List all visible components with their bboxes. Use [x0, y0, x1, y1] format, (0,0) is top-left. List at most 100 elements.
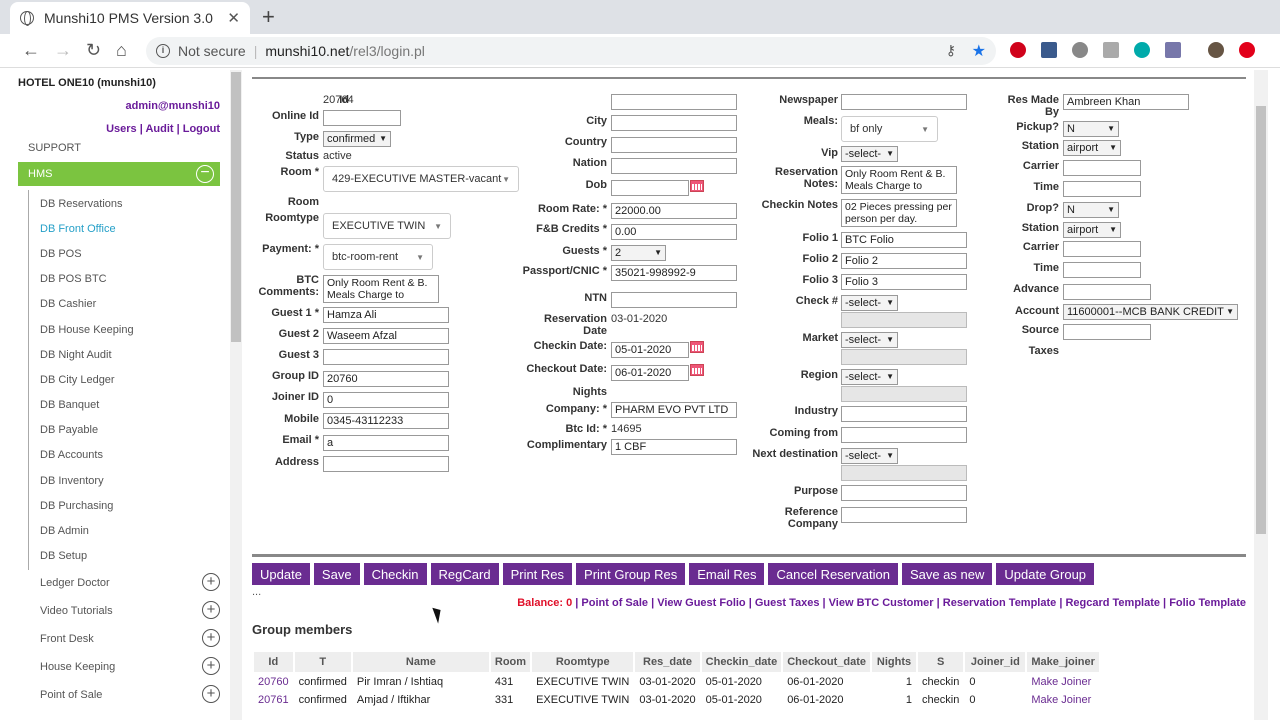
close-tab-icon[interactable]: ✕: [227, 9, 240, 27]
folio2-input[interactable]: Folio 2: [841, 253, 967, 269]
forward-icon[interactable]: →: [54, 40, 72, 61]
reload-icon[interactable]: ↻: [86, 40, 101, 61]
expand-icon[interactable]: +: [202, 601, 220, 619]
profile-avatar[interactable]: [1208, 42, 1224, 58]
expand-icon[interactable]: +: [202, 685, 220, 703]
nation-input[interactable]: [611, 158, 737, 174]
regcard-button[interactable]: RegCard: [430, 563, 499, 585]
update-button[interactable]: Update: [252, 563, 310, 585]
print-group-res-button[interactable]: Print Group Res: [576, 563, 686, 585]
sidebar-item-db-pos[interactable]: DB POS: [40, 248, 82, 260]
email-res-button[interactable]: Email Res: [689, 563, 765, 585]
vip-select[interactable]: -select-: [841, 146, 898, 162]
reference-company-input[interactable]: [841, 507, 967, 523]
sidebar-item-db-admin[interactable]: DB Admin: [40, 525, 89, 537]
links-text[interactable]: | Point of Sale | View Guest Folio | Gue…: [572, 597, 1246, 609]
checkin-notes-textarea[interactable]: 02 Pieces pressing per person per day.: [841, 199, 957, 227]
checkout-date-input[interactable]: 06-01-2020: [611, 365, 689, 381]
coming-from-input[interactable]: [841, 427, 967, 443]
country-input[interactable]: [611, 137, 737, 153]
online-id-input[interactable]: [323, 110, 401, 126]
sidebar-item-db-accounts[interactable]: DB Accounts: [40, 449, 103, 461]
res-made-by-input[interactable]: Ambreen Khan: [1063, 94, 1189, 110]
room-rate-input[interactable]: 22000.00: [611, 203, 737, 219]
extension-icon[interactable]: [1239, 42, 1255, 58]
group-id-input[interactable]: 20760: [323, 371, 449, 387]
sidebar-item-db-banquet[interactable]: DB Banquet: [40, 399, 99, 411]
city-input[interactable]: [611, 115, 737, 131]
region-select[interactable]: -select-: [841, 369, 898, 385]
carrier-input-2[interactable]: [1063, 241, 1141, 257]
calendar-icon[interactable]: [690, 341, 704, 353]
type-select[interactable]: confirmed: [323, 131, 391, 147]
update-group-button[interactable]: Update Group: [996, 563, 1095, 585]
address-input[interactable]: [323, 456, 449, 472]
sidebar-item-db-payable[interactable]: DB Payable: [40, 424, 98, 436]
hms-menu[interactable]: HMS −: [18, 162, 220, 186]
complimentary-input[interactable]: 1 CBF: [611, 439, 737, 455]
sidebar-item-db-front-office[interactable]: DB Front Office: [40, 223, 116, 235]
extension-icon[interactable]: [1041, 42, 1057, 58]
save-button[interactable]: Save: [313, 563, 360, 585]
next-destination-select[interactable]: -select-: [841, 448, 898, 464]
scrollbar-thumb[interactable]: [231, 72, 241, 342]
market-select[interactable]: -select-: [841, 332, 898, 348]
admin-user[interactable]: admin@munshi10: [126, 100, 220, 112]
sidebar-item-db-house-keeping[interactable]: DB House Keeping: [40, 324, 134, 336]
time-input[interactable]: [1063, 181, 1141, 197]
joiner-id-input[interactable]: 0: [323, 392, 449, 408]
save-as-new-button[interactable]: Save as new: [901, 563, 993, 585]
sidebar-accordion-front-desk[interactable]: Front Desk +: [40, 629, 220, 647]
sidebar-item-db-night-audit[interactable]: DB Night Audit: [40, 349, 112, 361]
fb-credits-input[interactable]: 0.00: [611, 224, 737, 240]
company-input[interactable]: PHARM EVO PVT LTD: [611, 402, 737, 418]
calendar-icon[interactable]: [690, 180, 704, 192]
folio3-input[interactable]: Folio 3: [841, 274, 967, 290]
sidebar-accordion-point-of-sale[interactable]: Point of Sale +: [40, 685, 220, 703]
account-select[interactable]: 11600001--MCB BANK CREDIT: [1063, 304, 1238, 320]
passport-input[interactable]: 35021-998992-9: [611, 265, 737, 281]
row-id-link[interactable]: 20761: [254, 692, 293, 708]
info-icon[interactable]: i: [156, 44, 170, 58]
extension-icon[interactable]: [1165, 42, 1181, 58]
sidebar-accordion-video-tutorials[interactable]: Video Tutorials +: [40, 601, 220, 619]
guest2-input[interactable]: Waseem Afzal: [323, 328, 449, 344]
expand-icon[interactable]: +: [202, 629, 220, 647]
sidebar-accordion-house-keeping[interactable]: House Keeping +: [40, 657, 220, 675]
calendar-icon[interactable]: [690, 364, 704, 376]
pickup-select[interactable]: N: [1063, 121, 1119, 137]
sidebar-item-db-pos-btc[interactable]: DB POS BTC: [40, 273, 107, 285]
next-destination-detail-input[interactable]: [841, 465, 967, 481]
check-detail-input[interactable]: [841, 312, 967, 328]
drop-select[interactable]: N: [1063, 202, 1119, 218]
payment-select[interactable]: btc-room-rent: [323, 244, 433, 270]
cancel-reservation-button[interactable]: Cancel Reservation: [768, 563, 898, 585]
sidebar-item-db-city-ledger[interactable]: DB City Ledger: [40, 374, 115, 386]
print-res-button[interactable]: Print Res: [502, 563, 573, 585]
checkin-date-input[interactable]: 05-01-2020: [611, 342, 689, 358]
guest3-input[interactable]: [323, 349, 449, 365]
address-bar[interactable]: i Not secure | munshi10.net /rel3/login.…: [146, 37, 996, 65]
dob-input[interactable]: [611, 180, 689, 196]
sidebar-item-db-inventory[interactable]: DB Inventory: [40, 475, 104, 487]
extension-icon[interactable]: [1134, 42, 1150, 58]
expand-icon[interactable]: +: [202, 573, 220, 591]
row-id-link[interactable]: 20760: [254, 674, 293, 690]
adblock-icon[interactable]: [1010, 42, 1026, 58]
guests-select[interactable]: 2: [611, 245, 666, 261]
reservation-notes-textarea[interactable]: Only Room Rent & B. Meals Charge to: [841, 166, 957, 194]
user-links[interactable]: Users | Audit | Logout: [106, 123, 220, 135]
new-tab-button[interactable]: +: [262, 4, 275, 30]
ntn-input[interactable]: [611, 292, 737, 308]
meals-select[interactable]: bf only: [841, 116, 938, 142]
browser-tab[interactable]: Munshi10 PMS Version 3.0 ✕: [10, 2, 250, 34]
back-icon[interactable]: ←: [22, 40, 40, 61]
make-joiner-link[interactable]: Make Joiner: [1027, 674, 1099, 690]
time-input-2[interactable]: [1063, 262, 1141, 278]
folio1-input[interactable]: BTC Folio: [841, 232, 967, 248]
station-select[interactable]: airport: [1063, 140, 1121, 156]
sidebar-accordion-ledger-doctor[interactable]: Ledger Doctor +: [40, 573, 220, 591]
main-scrollbar[interactable]: [1254, 70, 1268, 720]
make-joiner-link[interactable]: Make Joiner: [1027, 692, 1099, 708]
checkin-button[interactable]: Checkin: [363, 563, 427, 585]
